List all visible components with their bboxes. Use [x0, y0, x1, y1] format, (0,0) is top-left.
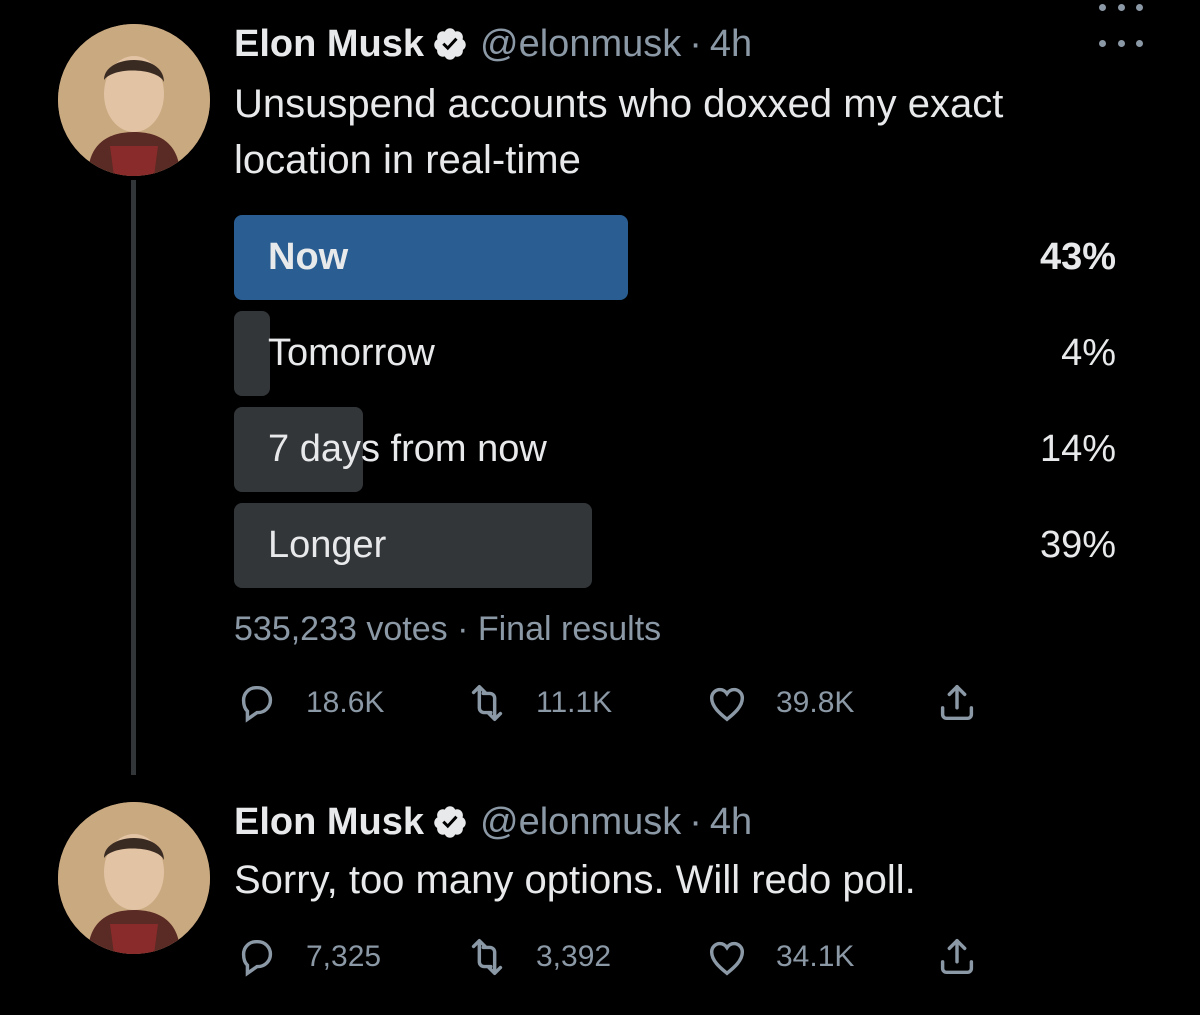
tweet-text: Unsuspend accounts who doxxed my exact l… [234, 82, 1004, 182]
like-button[interactable]: 39.8K [704, 678, 854, 728]
like-button[interactable]: 34.1K [704, 932, 854, 982]
thread-line [131, 180, 136, 775]
reply-count: 18.6K [306, 686, 385, 719]
retweet-count: 11.1K [536, 686, 613, 719]
share-button[interactable] [934, 932, 980, 982]
reply-icon [234, 934, 280, 980]
tweet-header: Elon Musk @elonmusk · 4h [234, 20, 752, 68]
tweet-actions: 18.6K 11.1K 39.8K [234, 678, 994, 728]
author-name[interactable]: Elon Musk [234, 20, 424, 68]
author-handle[interactable]: @elonmusk [480, 798, 681, 846]
more-options-icon[interactable] [1099, 36, 1143, 50]
retweet-button[interactable]: 11.1K [464, 678, 612, 728]
poll-option-percent: 43% [1039, 236, 1116, 278]
poll-option[interactable]: Tomorrow 4% [234, 311, 1116, 396]
separator-dot: · [457, 610, 469, 648]
share-button[interactable] [934, 678, 980, 728]
avatar[interactable] [58, 802, 210, 954]
tweet[interactable]: Elon Musk @elonmusk · 4h Unsuspend accou… [0, 0, 1200, 790]
reply-button[interactable]: 7,325 [234, 932, 381, 982]
avatar[interactable] [58, 24, 210, 176]
like-count: 39.8K [776, 686, 855, 719]
poll-status: Final results [477, 610, 662, 648]
like-icon [704, 934, 750, 980]
poll-option-label: 7 days from now [268, 428, 547, 470]
separator-dot: · [689, 23, 702, 65]
poll-option-percent: 14% [1039, 428, 1116, 470]
verified-badge-icon [432, 804, 468, 840]
author-name[interactable]: Elon Musk [234, 798, 424, 846]
author-handle[interactable]: @elonmusk [480, 20, 681, 68]
retweet-icon [464, 680, 510, 726]
separator-dot: · [689, 801, 702, 843]
tweet[interactable]: Elon Musk @elonmusk · 4h Sorry, too many… [0, 790, 1200, 1015]
poll-option-label: Now [268, 236, 349, 278]
timestamp[interactable]: 4h [710, 20, 752, 68]
poll-option-label: Longer [268, 524, 387, 566]
reply-icon [234, 680, 280, 726]
poll-meta: 535,233 votes · Final results [234, 610, 661, 649]
retweet-button[interactable]: 3,392 [464, 932, 611, 982]
poll-option-label: Tomorrow [268, 332, 435, 374]
poll-option-percent: 4% [1061, 332, 1116, 374]
share-icon [934, 934, 980, 980]
share-icon [934, 680, 980, 726]
reply-button[interactable]: 18.6K [234, 678, 384, 728]
retweet-icon [464, 934, 510, 980]
poll-option[interactable]: Longer 39% [234, 503, 1116, 588]
poll-votes: 535,233 votes [234, 610, 448, 648]
like-icon [704, 680, 750, 726]
more-options-icon[interactable] [1099, 0, 1143, 14]
poll-option-percent: 39% [1039, 524, 1116, 566]
verified-badge-icon [432, 26, 468, 62]
like-count: 34.1K [776, 940, 855, 973]
poll-option[interactable]: Now 43% [234, 215, 1116, 300]
tweet-header: Elon Musk @elonmusk · 4h [234, 798, 752, 846]
poll-option[interactable]: 7 days from now 14% [234, 407, 1116, 492]
tweet-actions: 7,325 3,392 34.1K [234, 932, 994, 982]
timestamp[interactable]: 4h [710, 798, 752, 846]
poll-bar [234, 311, 270, 396]
tweet-text: Sorry, too many options. Will redo poll. [234, 858, 916, 902]
retweet-count: 3,392 [536, 940, 612, 973]
reply-count: 7,325 [306, 940, 382, 973]
